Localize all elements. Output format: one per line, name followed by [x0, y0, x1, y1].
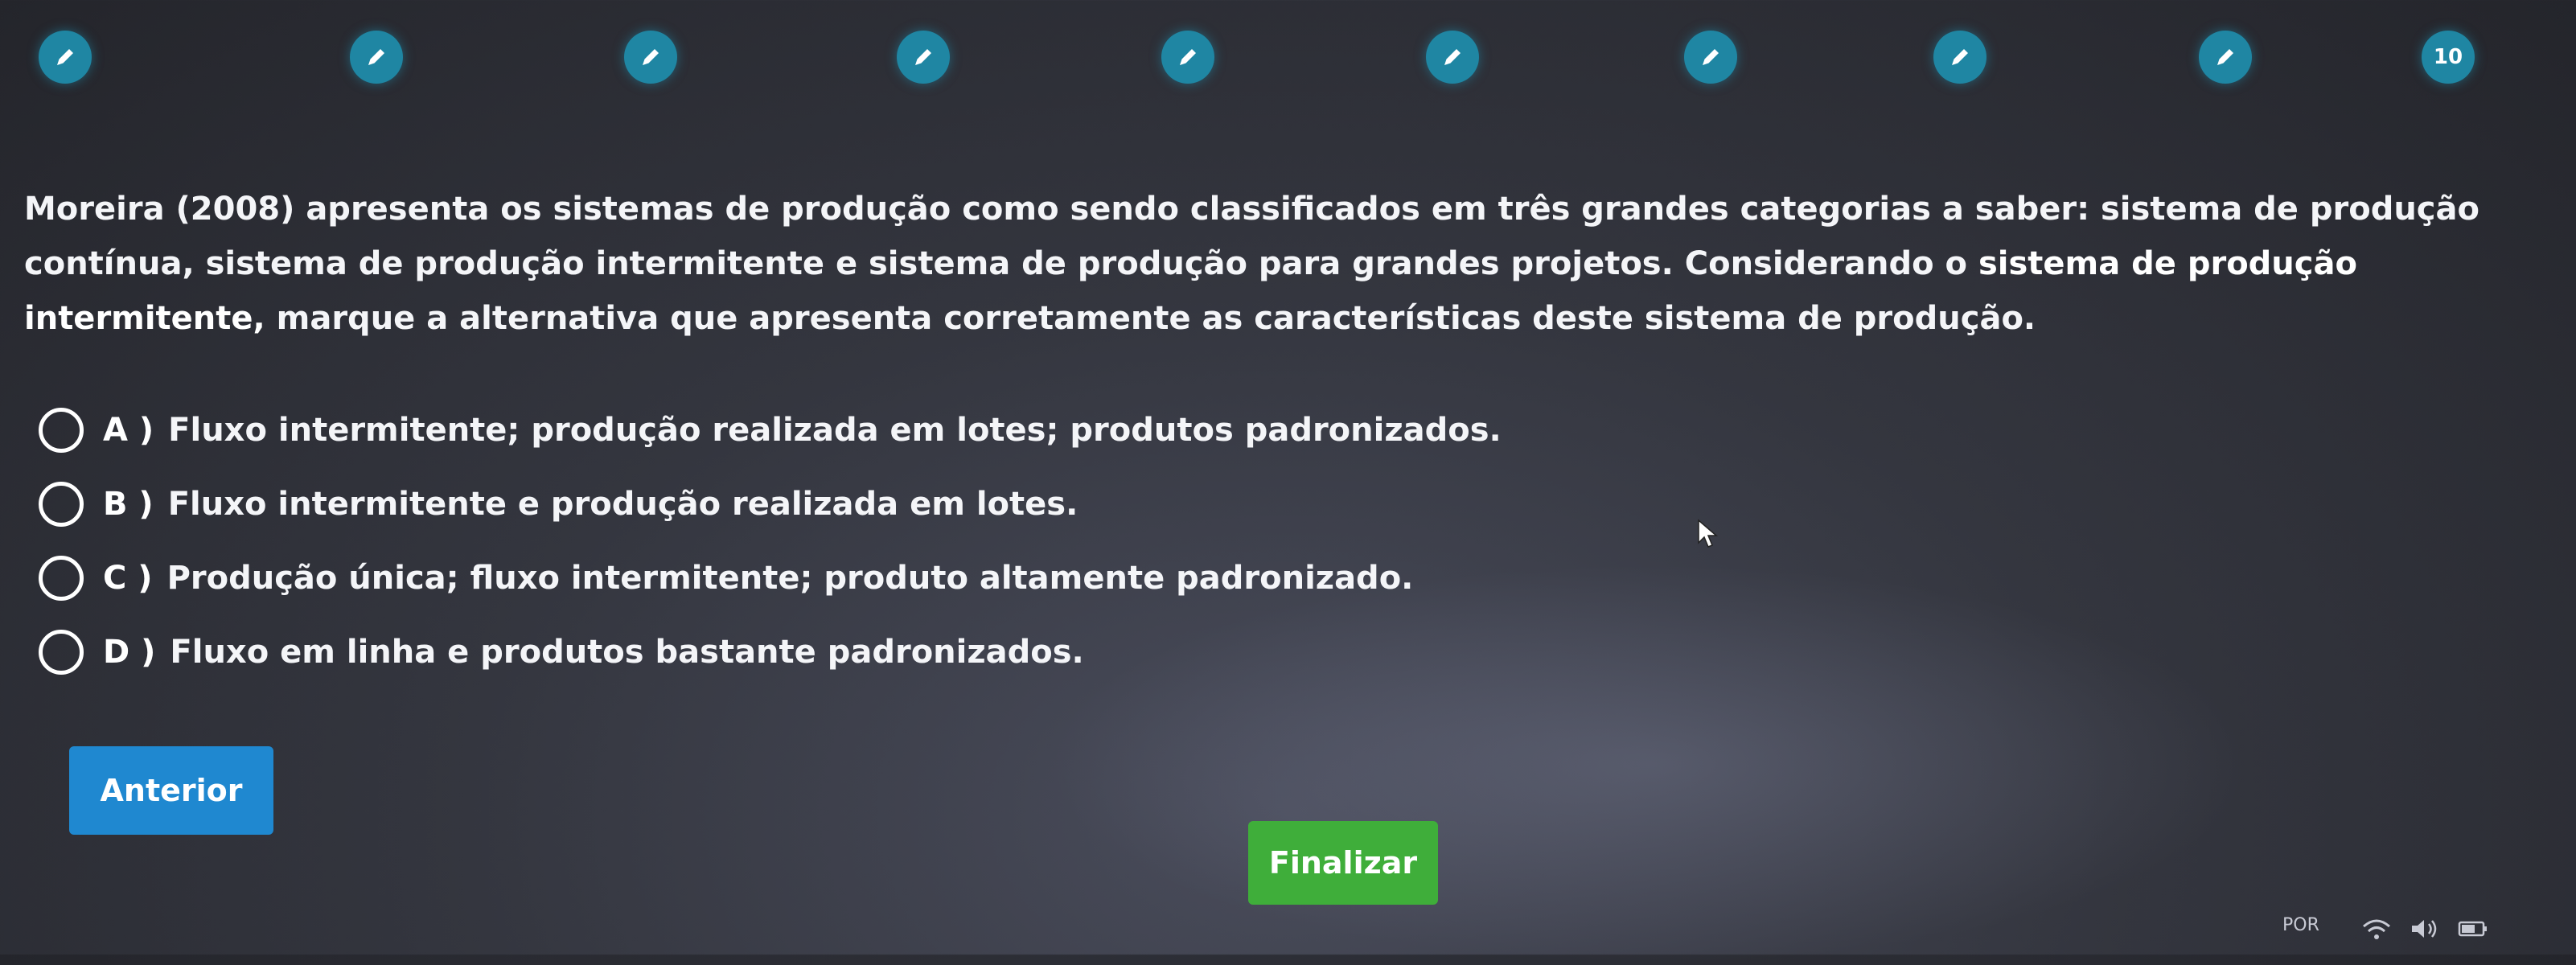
step-10[interactable]: 10 — [2422, 31, 2475, 84]
step-7[interactable] — [1684, 31, 1737, 84]
option-c-radio[interactable] — [39, 556, 84, 601]
option-b-text[interactable]: Fluxo intermitente e produção realizada … — [168, 486, 1078, 523]
step-2[interactable] — [350, 31, 403, 84]
option-c-text[interactable]: Produção única; fluxo intermitente; prod… — [167, 560, 1414, 597]
step-number: 10 — [2433, 45, 2463, 69]
option-a-radio[interactable] — [39, 408, 84, 453]
previous-button[interactable]: Anterior — [69, 746, 273, 835]
question-text: Moreira (2008) apresenta os sistemas de … — [24, 182, 2517, 346]
option-d-letter: D ) — [103, 634, 156, 671]
pencil-icon — [2217, 49, 2233, 65]
pencil-icon — [1444, 49, 1461, 65]
pencil-icon — [1180, 49, 1196, 65]
pencil-icon — [57, 49, 73, 65]
finish-button[interactable]: Finalizar — [1248, 821, 1438, 905]
option-d-radio[interactable] — [39, 630, 84, 675]
pencil-icon — [1952, 49, 1968, 65]
pencil-icon — [915, 49, 931, 65]
volume-icon[interactable] — [2409, 917, 2441, 941]
question-stepper: 10 — [0, 0, 2576, 121]
step-9[interactable] — [2199, 31, 2252, 84]
step-5[interactable] — [1161, 31, 1214, 84]
option-d-text[interactable]: Fluxo em linha e produtos bastante padro… — [170, 634, 1083, 671]
option-b[interactable]: B ) Fluxo intermitente e produção realiz… — [39, 480, 1502, 528]
option-c-letter: C ) — [103, 560, 153, 597]
pencil-icon — [368, 49, 384, 65]
pencil-icon — [1703, 49, 1719, 65]
step-4[interactable] — [897, 31, 950, 84]
wifi-icon[interactable] — [2360, 917, 2393, 941]
answer-options: A ) Fluxo intermitente; produção realiza… — [39, 406, 1502, 702]
step-1[interactable] — [39, 31, 92, 84]
option-d[interactable]: D ) Fluxo em linha e produtos bastante p… — [39, 628, 1502, 676]
step-3[interactable] — [624, 31, 677, 84]
mouse-cursor-icon — [1698, 519, 1719, 548]
battery-icon[interactable] — [2457, 917, 2489, 941]
question-text-after: marque a alternativa que apresenta corre… — [265, 300, 2036, 337]
option-b-letter: B ) — [103, 486, 154, 523]
step-6[interactable] — [1426, 31, 1479, 84]
taskbar-language[interactable]: POR — [2282, 915, 2319, 935]
option-a-letter: A ) — [103, 412, 154, 449]
step-8[interactable] — [1933, 31, 1986, 84]
pencil-icon — [643, 49, 659, 65]
option-a-text[interactable]: Fluxo intermitente; produção realizada e… — [168, 412, 1502, 449]
option-c[interactable]: C ) Produção única; fluxo intermitente; … — [39, 554, 1502, 602]
option-b-radio[interactable] — [39, 482, 84, 527]
option-a[interactable]: A ) Fluxo intermitente; produção realiza… — [39, 406, 1502, 454]
